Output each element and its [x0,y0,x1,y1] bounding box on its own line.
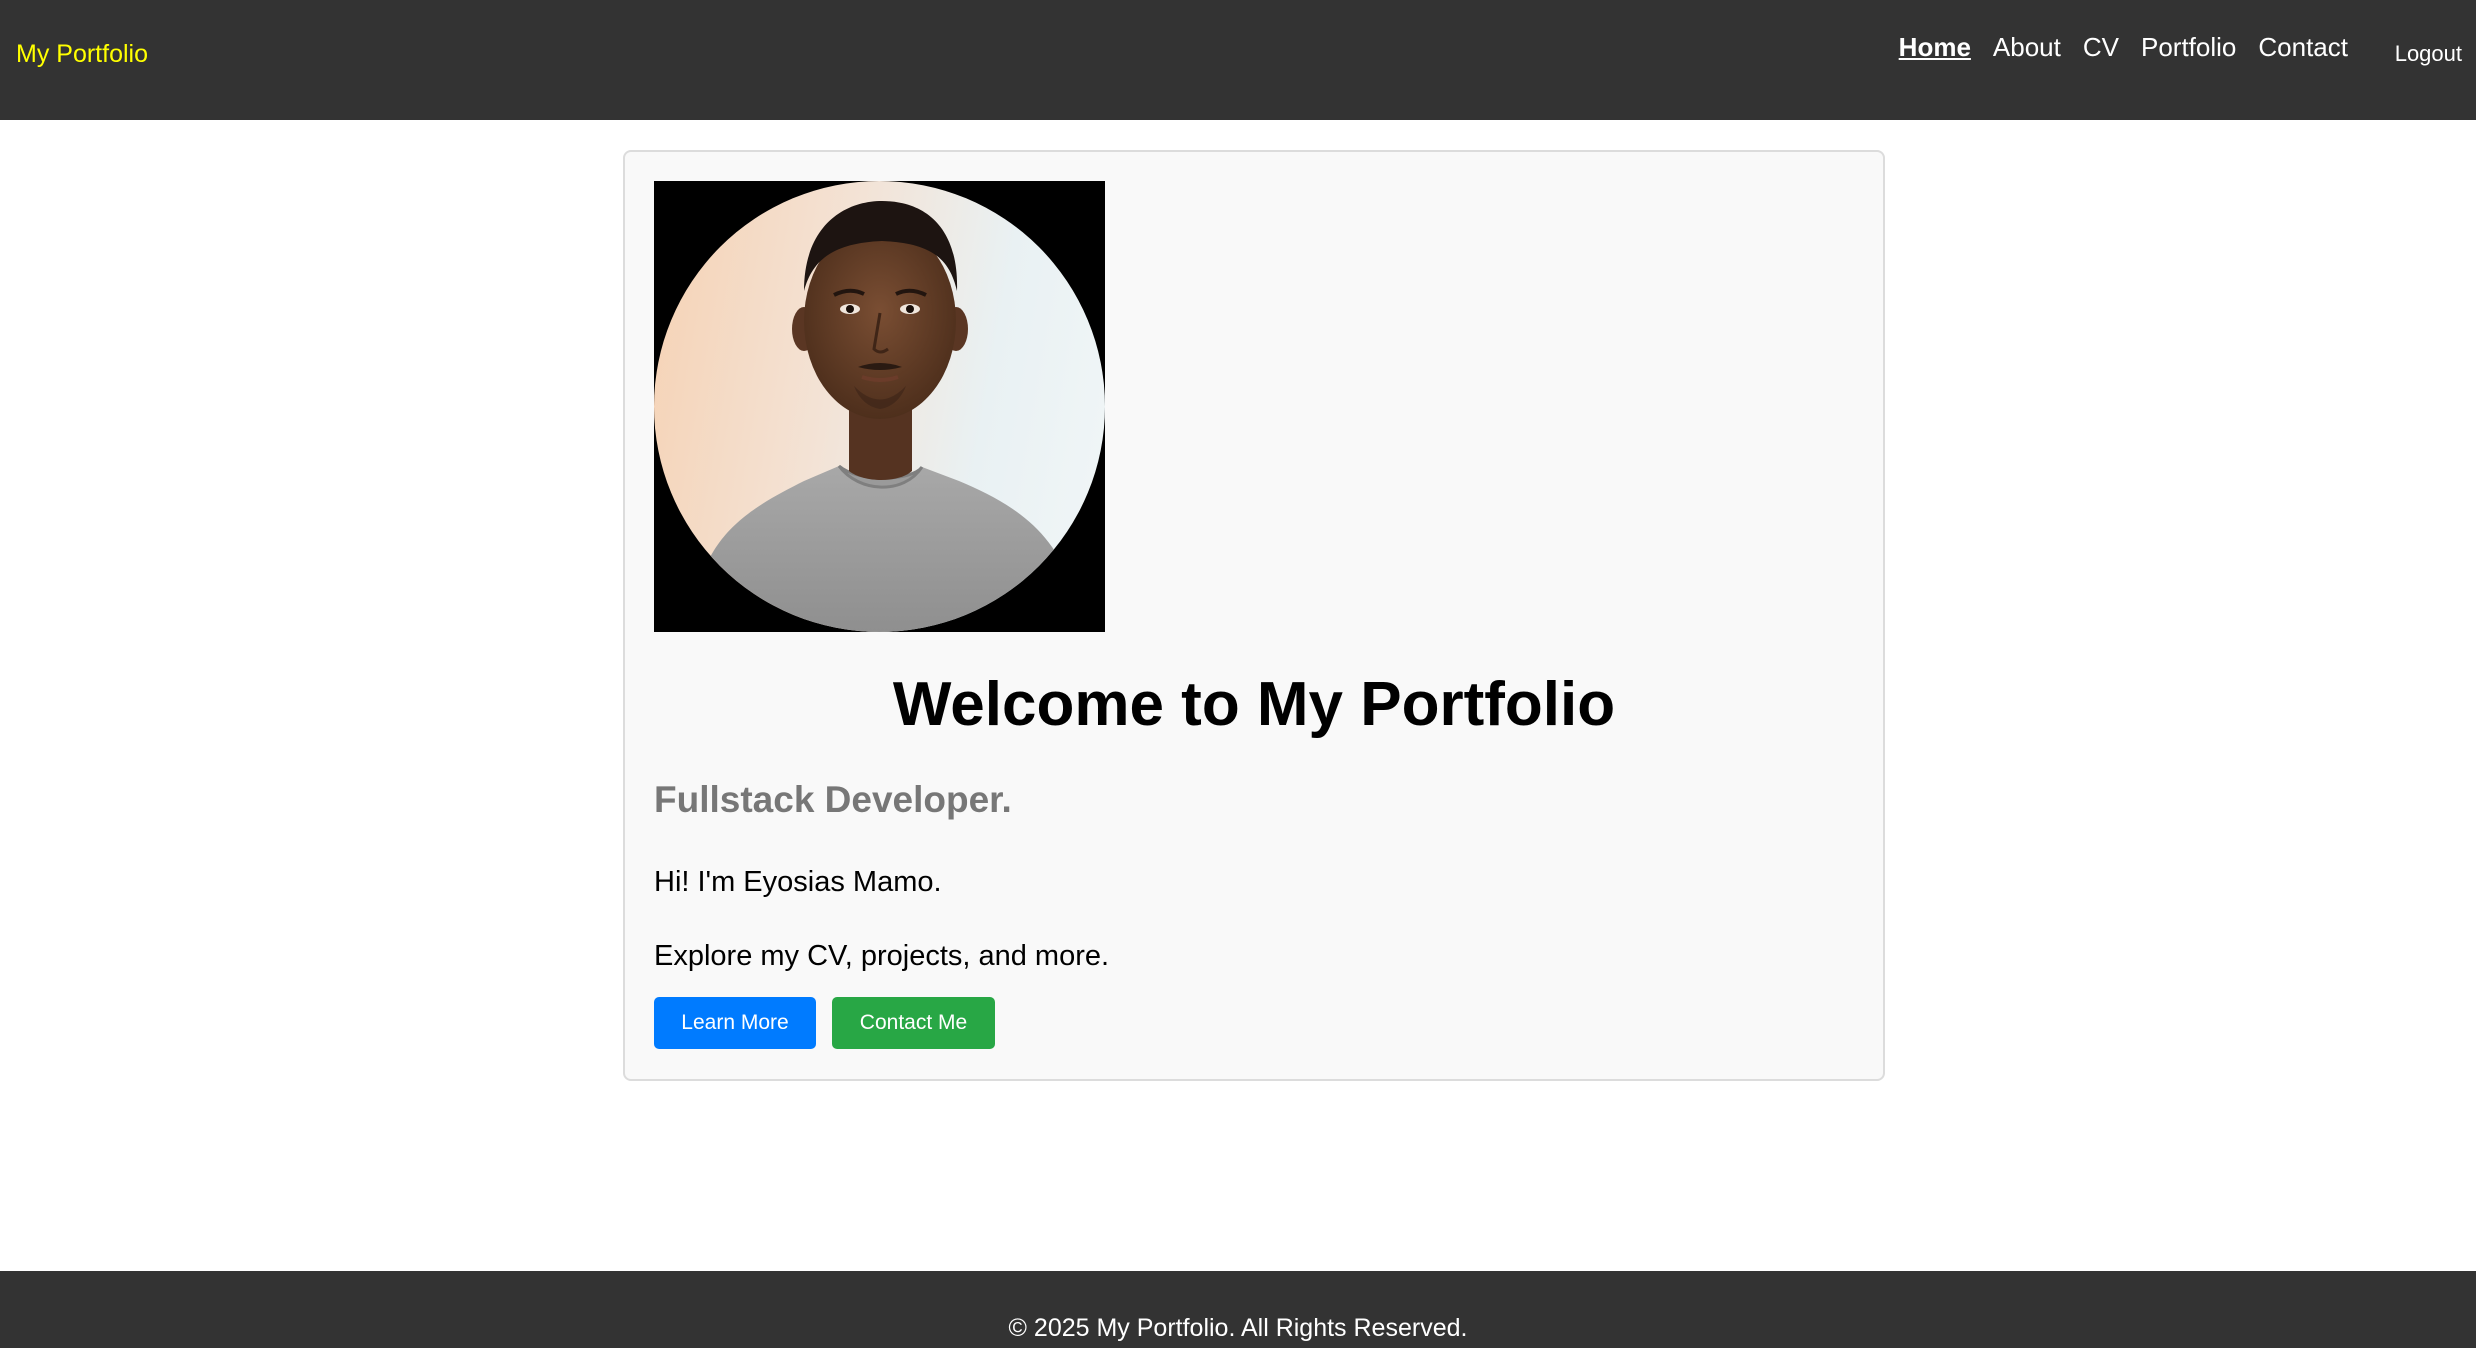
nav-links: Home About CV Portfolio Contact [1899,30,2348,64]
nav-link-contact[interactable]: Contact [2258,30,2348,64]
footer-copyright: © 2025 My Portfolio. All Rights Reserved… [1008,1314,1468,1342]
top-navbar: My Portfolio Home About CV Portfolio Con… [0,0,2476,120]
brand-link[interactable]: My Portfolio [16,38,148,70]
contact-me-button[interactable]: Contact Me [832,997,995,1049]
hero-card: Welcome to My Portfolio Fullstack Develo… [623,150,1885,1081]
nav-link-cv[interactable]: CV [2083,30,2119,64]
role-subtitle: Fullstack Developer. [654,779,1012,820]
nav-link-portfolio[interactable]: Portfolio [2141,30,2236,64]
profile-photo [654,181,1105,632]
nav-link-about[interactable]: About [1993,30,2061,64]
page-title: Welcome to My Portfolio [892,670,1616,739]
page-footer: © 2025 My Portfolio. All Rights Reserved… [0,1271,2476,1348]
profile-photo-frame [654,181,1105,632]
logout-link[interactable]: Logout [2395,40,2462,68]
intro-text: Hi! I'm Eyosias Mamo. [654,866,942,898]
profile-person-illustration [694,201,1079,632]
nav-link-home[interactable]: Home [1899,30,1971,64]
learn-more-button[interactable]: Learn More [654,997,816,1049]
explore-text: Explore my CV, projects, and more. [654,940,1110,972]
